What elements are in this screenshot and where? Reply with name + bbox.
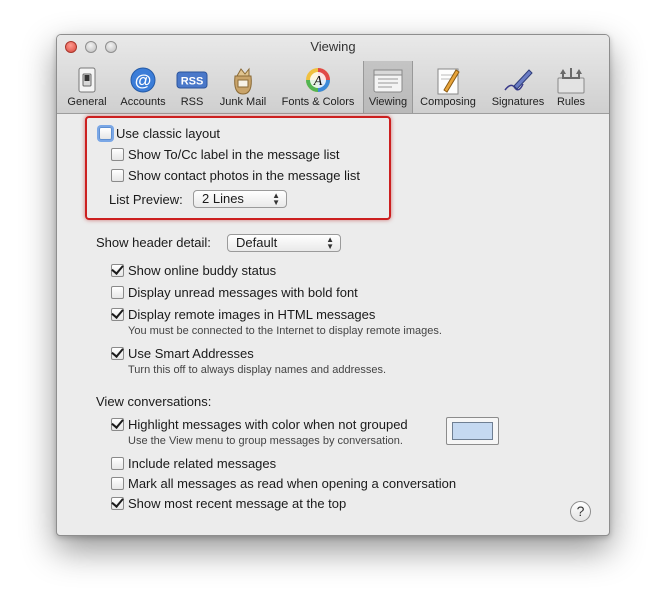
- junk-mail-bag-icon: [227, 66, 259, 96]
- rss-icon: RSS: [176, 66, 208, 96]
- highlight-messages-label[interactable]: Highlight messages with color when not g…: [128, 417, 408, 432]
- remote-images-label[interactable]: Display remote images in HTML messages: [128, 307, 375, 322]
- composing-pencil-icon: [432, 66, 464, 96]
- highlight-color-well[interactable]: [446, 417, 499, 445]
- signature-pen-icon: [502, 66, 534, 96]
- toolbar-label-rss: RSS: [180, 96, 204, 108]
- highlight-messages-checkbox[interactable]: [111, 418, 124, 431]
- list-preview-popup[interactable]: 2 Lines ▲ ▼: [193, 190, 287, 208]
- toolbar-item-viewing[interactable]: Viewing: [363, 61, 413, 113]
- include-related-checkbox[interactable]: [111, 457, 124, 470]
- header-detail-value: Default: [236, 235, 278, 250]
- mark-all-read-label[interactable]: Mark all messages as read when opening a…: [128, 476, 456, 491]
- chevron-up-down-icon: ▲ ▼: [326, 235, 334, 251]
- preferences-window: Viewing General @ Accounts RSS RSS Junk …: [56, 34, 610, 536]
- highlight-color-swatch: [452, 422, 493, 440]
- remote-images-note: You must be connected to the Internet to…: [128, 325, 442, 337]
- unread-bold-label[interactable]: Display unread messages with bold font: [128, 285, 358, 300]
- toolbar-label-general: General: [67, 96, 107, 108]
- svg-text:@: @: [135, 71, 152, 90]
- toolbar-item-general[interactable]: General: [61, 61, 113, 113]
- smart-addresses-note: Turn this off to always display names an…: [128, 364, 387, 376]
- list-preview-value: 2 Lines: [202, 191, 244, 206]
- toolbar-label-composing: Composing: [420, 96, 476, 108]
- most-recent-top-label[interactable]: Show most recent message at the top: [128, 496, 346, 511]
- toolbar-item-composing[interactable]: Composing: [415, 61, 481, 113]
- use-classic-layout-checkbox[interactable]: [99, 127, 112, 140]
- show-to-cc-checkbox[interactable]: [111, 148, 124, 161]
- svg-text:RSS: RSS: [181, 76, 204, 88]
- toolbar-item-accounts[interactable]: @ Accounts: [114, 61, 172, 113]
- rules-icon: [555, 66, 587, 96]
- show-to-cc-label[interactable]: Show To/Cc label in the message list: [128, 147, 339, 162]
- include-related-label[interactable]: Include related messages: [128, 456, 276, 471]
- viewing-icon: [372, 66, 404, 96]
- chevron-up-down-icon: ▲ ▼: [272, 191, 280, 207]
- viewing-preferences-pane: Use classic layout Show To/Cc label in t…: [57, 114, 609, 535]
- online-buddy-checkbox[interactable]: [111, 264, 124, 277]
- toolbar-label-signatures: Signatures: [491, 96, 545, 108]
- use-classic-layout-label[interactable]: Use classic layout: [116, 126, 220, 141]
- toolbar-item-rss[interactable]: RSS RSS: [173, 61, 211, 113]
- preferences-toolbar: Viewing General @ Accounts RSS RSS Junk …: [57, 35, 609, 114]
- toolbar-item-junk-mail[interactable]: Junk Mail: [213, 61, 273, 113]
- toolbar-item-fonts-colors[interactable]: A Fonts & Colors: [275, 61, 361, 113]
- unread-bold-checkbox[interactable]: [111, 286, 124, 299]
- svg-text:A: A: [313, 74, 323, 89]
- list-preview-label: List Preview:: [109, 192, 183, 207]
- online-buddy-label[interactable]: Show online buddy status: [128, 263, 276, 278]
- toolbar-label-rules: Rules: [556, 96, 586, 108]
- highlight-messages-note: Use the View menu to group messages by c…: [128, 435, 403, 447]
- toolbar-label-fonts-colors: Fonts & Colors: [281, 96, 355, 108]
- toolbar-label-viewing: Viewing: [368, 96, 408, 108]
- show-contact-photos-label[interactable]: Show contact photos in the message list: [128, 168, 360, 183]
- mark-all-read-checkbox[interactable]: [111, 477, 124, 490]
- light-switch-icon: [71, 66, 103, 96]
- help-button[interactable]: ?: [570, 501, 591, 522]
- header-detail-popup[interactable]: Default ▲ ▼: [227, 234, 341, 252]
- toolbar-label-junk-mail: Junk Mail: [219, 96, 267, 108]
- fonts-colors-icon: A: [302, 66, 334, 96]
- at-sign-icon: @: [127, 66, 159, 96]
- toolbar-item-rules[interactable]: Rules: [552, 61, 590, 113]
- view-conversations-heading: View conversations:: [96, 394, 212, 409]
- show-contact-photos-checkbox[interactable]: [111, 169, 124, 182]
- smart-addresses-checkbox[interactable]: [111, 347, 124, 360]
- toolbar-label-accounts: Accounts: [120, 96, 166, 108]
- remote-images-checkbox[interactable]: [111, 308, 124, 321]
- header-detail-label: Show header detail:: [96, 235, 211, 250]
- smart-addresses-label[interactable]: Use Smart Addresses: [128, 346, 254, 361]
- window-title: Viewing: [310, 39, 356, 54]
- toolbar-item-signatures[interactable]: Signatures: [485, 61, 551, 113]
- most-recent-top-checkbox[interactable]: [111, 497, 124, 510]
